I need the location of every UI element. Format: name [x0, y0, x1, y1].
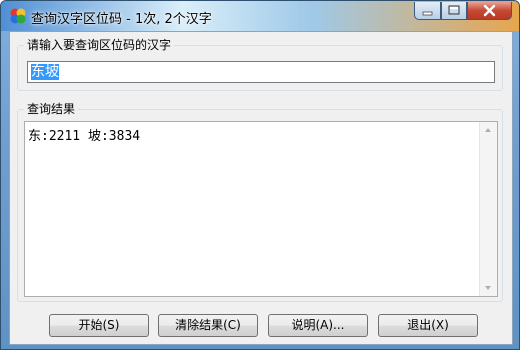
scroll-up-icon[interactable]	[485, 128, 491, 132]
result-groupbox: 查询结果 东:2211 坡:3834	[17, 102, 503, 302]
app-window: 查询汉字区位码 - 1次, 2个汉字 请输入要查询区位码的汉字 东坡 查询结果 …	[0, 0, 520, 350]
result-textarea[interactable]: 东:2211 坡:3834	[24, 121, 498, 297]
hanzi-input-value: 东坡	[31, 64, 59, 80]
input-group-label: 请输入要查询区位码的汉字	[24, 38, 175, 52]
maximize-icon	[448, 5, 460, 15]
start-button[interactable]: 开始(S)	[49, 314, 149, 337]
clear-results-button[interactable]: 清除结果(C)	[158, 314, 258, 337]
minimize-button[interactable]	[414, 2, 441, 20]
title-bar[interactable]: 查询汉字区位码 - 1次, 2个汉字	[1, 1, 519, 31]
client-area: 请输入要查询区位码的汉字 东坡 查询结果 东:2211 坡:3834 开始(S)…	[9, 31, 513, 345]
window-title: 查询汉字区位码 - 1次, 2个汉字	[31, 12, 212, 27]
app-icon	[10, 8, 26, 24]
exit-button[interactable]: 退出(X)	[378, 314, 478, 337]
result-group-label: 查询结果	[24, 102, 79, 116]
scroll-down-icon[interactable]	[485, 286, 491, 290]
help-button[interactable]: 说明(A)...	[268, 314, 368, 337]
hanzi-input[interactable]: 东坡	[27, 61, 495, 83]
close-button[interactable]	[467, 2, 512, 20]
input-groupbox: 请输入要查询区位码的汉字 东坡	[17, 38, 503, 91]
vertical-scrollbar[interactable]	[479, 122, 497, 296]
minimize-icon	[422, 11, 433, 16]
result-text: 东:2211 坡:3834	[28, 129, 141, 144]
close-icon	[483, 4, 496, 17]
maximize-button[interactable]	[441, 2, 467, 20]
